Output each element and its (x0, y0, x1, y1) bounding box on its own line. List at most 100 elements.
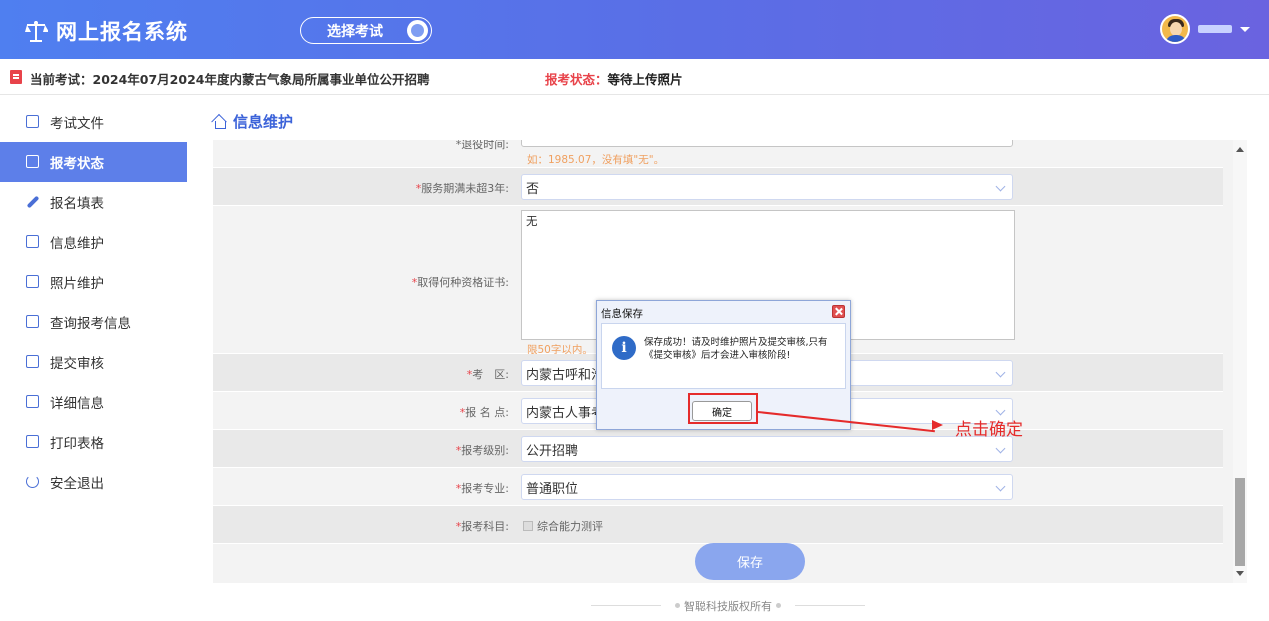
sidebar-item-info-maintenance[interactable]: 信息维护 (0, 222, 187, 262)
retire-hint: 如：1985.07，没有填"无"。 (527, 154, 665, 166)
status-label: 报考状态： (545, 72, 608, 87)
vertical-scrollbar[interactable] (1233, 140, 1247, 583)
chevron-down-icon (995, 443, 1006, 454)
current-exam-text: 当前考试：2024年07月2024年度内蒙古气象局所属事业单位公开招聘 (30, 72, 430, 87)
select-exam-button[interactable]: 选择考试 (300, 17, 432, 44)
pencil-icon (26, 195, 40, 209)
chevron-down-icon (1240, 26, 1250, 32)
page-title-text: 信息维护 (233, 113, 294, 131)
printer-icon (26, 435, 39, 448)
sidebar-item-label: 详细信息 (50, 396, 104, 412)
subject-label: *报考科目: (455, 520, 509, 533)
footer-dot (675, 603, 680, 608)
sidebar-item-label: 查询报考信息 (50, 316, 131, 332)
sidebar-item-label: 提交审核 (50, 356, 104, 372)
chevron-down-icon (995, 181, 1006, 192)
sidebar-item-label: 安全退出 (50, 476, 104, 492)
sidebar-item-logout[interactable]: 安全退出 (0, 462, 187, 502)
level-label: *报考级别: (455, 444, 509, 457)
close-icon[interactable] (832, 305, 845, 318)
page-title: 信息维护 (213, 111, 293, 132)
area-label: *考 区: (466, 368, 509, 381)
power-icon (26, 475, 39, 488)
app-logo: 网上报名系统 (24, 16, 188, 46)
username-redacted (1198, 25, 1232, 33)
sidebar-item-exam-files[interactable]: 考试文件 (0, 102, 187, 142)
document-icon (26, 115, 39, 128)
site-value: 内蒙古人事考 (526, 405, 605, 421)
scales-icon (25, 21, 48, 42)
chevron-down-icon (995, 367, 1006, 378)
sidebar-item-details[interactable]: 详细信息 (0, 382, 187, 422)
image-icon (26, 275, 39, 288)
level-select[interactable]: 公开招聘 (521, 436, 1013, 462)
sidebar-item-submit-review[interactable]: 提交审核 (0, 342, 187, 382)
sidebar: 考试文件 报考状态 报名填表 信息维护 照片维护 查询报考信息 提交审核 详细信… (0, 102, 187, 502)
annotation-highlight-box (688, 393, 758, 424)
major-label: *报考专业: (455, 482, 509, 495)
footer-divider-left (591, 605, 661, 606)
form-row-major: *报考专业: 普通职位 (213, 468, 1223, 506)
form-row-service: *服务期满未超3年: 否 (213, 168, 1223, 206)
annotation-arrow-icon (932, 420, 943, 430)
sidebar-item-photo-maintenance[interactable]: 照片维护 (0, 262, 187, 302)
major-select[interactable]: 普通职位 (521, 474, 1013, 500)
scroll-down-arrow-icon[interactable] (1236, 571, 1244, 576)
footer-copyright: 智聪科技版权所有 (684, 599, 772, 613)
form-icon (26, 235, 39, 248)
sidebar-item-label: 照片维护 (50, 276, 104, 292)
site-label: *报 名 点: (459, 406, 509, 419)
search-doc-icon (26, 315, 39, 328)
footer-divider-right (795, 605, 865, 606)
exam-info-bar: 当前考试：2024年07月2024年度内蒙古气象局所属事业单位公开招聘 报考状态… (0, 59, 1269, 95)
calendar-check-icon (26, 355, 39, 368)
dialog-title: 信息保存 (601, 308, 643, 320)
form-row-level: *报考级别: 公开招聘 (213, 430, 1223, 468)
retire-input[interactable] (521, 140, 1013, 147)
scrollbar-thumb[interactable] (1235, 478, 1245, 566)
chevron-down-icon (995, 481, 1006, 492)
sidebar-item-label: 打印表格 (50, 436, 104, 452)
sidebar-item-query-info[interactable]: 查询报考信息 (0, 302, 187, 342)
level-value: 公开招聘 (526, 443, 579, 459)
certificate-label: *取得何种资格证书: (411, 276, 509, 289)
avatar (1160, 14, 1190, 44)
exam-status: 报考状态：等待上传照片 (545, 69, 683, 88)
monitor-icon (26, 155, 39, 168)
service-select[interactable]: 否 (521, 174, 1013, 200)
annotation-text: 点击确定 (955, 420, 1023, 440)
sidebar-item-exam-status[interactable]: 报考状态 (0, 142, 187, 182)
area-value: 内蒙古呼和浩 (526, 367, 605, 383)
hand-pointer-icon (407, 20, 428, 41)
sidebar-item-label: 考试文件 (50, 116, 104, 132)
retire-label: *退役时间: (455, 140, 509, 151)
chevron-down-icon (995, 405, 1006, 416)
subject-checkbox-row: 综合能力测评 (523, 518, 603, 534)
sidebar-item-label: 报名填表 (50, 196, 104, 212)
subject-checkbox[interactable] (523, 521, 533, 531)
sidebar-item-print[interactable]: 打印表格 (0, 422, 187, 462)
user-menu[interactable] (1160, 14, 1250, 44)
form-row-subject: *报考科目: 综合能力测评 (213, 506, 1223, 544)
info-icon: i (612, 336, 636, 360)
document-icon (10, 70, 22, 84)
home-icon (213, 116, 227, 129)
form-row-retire: *退役时间: 如：1985.07，没有填"无"。 (213, 140, 1223, 168)
scroll-up-arrow-icon[interactable] (1236, 147, 1244, 152)
footer-dot (776, 603, 781, 608)
major-value: 普通职位 (526, 481, 579, 497)
service-label: *服务期满未超3年: (415, 182, 509, 195)
top-header: 网上报名系统 选择考试 (0, 0, 1269, 59)
sidebar-item-fill-form[interactable]: 报名填表 (0, 182, 187, 222)
select-exam-label: 选择考试 (327, 23, 383, 40)
service-value: 否 (526, 181, 540, 197)
status-value: 等待上传照片 (607, 72, 683, 87)
save-button[interactable]: 保存 (695, 543, 805, 580)
sidebar-item-label: 报考状态 (50, 156, 104, 172)
details-icon (26, 395, 39, 408)
footer: 智聪科技版权所有 (187, 590, 1269, 621)
dialog-body: i 保存成功！请及时维护照片及提交审核,只有《提交审核》后才会进入审核阶段! (601, 323, 846, 389)
sidebar-item-label: 信息维护 (50, 236, 104, 252)
subject-value: 综合能力测评 (537, 520, 603, 533)
app-title: 网上报名系统 (56, 20, 188, 44)
